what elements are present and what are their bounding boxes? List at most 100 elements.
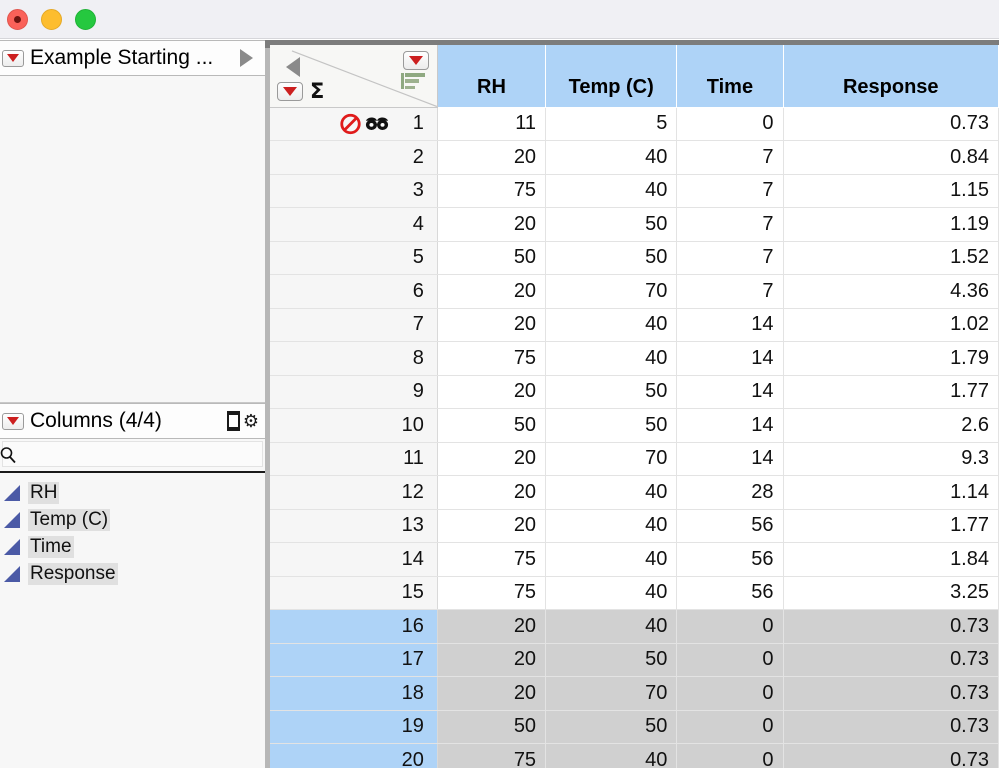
cell-temp-c[interactable]: 40: [545, 576, 678, 610]
table-row[interactable]: 14 75 40 56 1.84: [270, 542, 999, 577]
row-header-cell[interactable]: 19: [270, 710, 438, 744]
row-header-cell[interactable]: 1: [270, 107, 438, 141]
cell-rh[interactable]: 20: [437, 274, 547, 309]
cell-rh[interactable]: 20: [437, 442, 547, 476]
cell-time[interactable]: 14: [676, 408, 784, 443]
table-row[interactable]: 5 50 50 7 1.52: [270, 241, 999, 275]
cell-response[interactable]: 9.3: [783, 442, 999, 476]
cell-response[interactable]: 0.73: [783, 676, 999, 711]
table-row[interactable]: 13 20 40 56 1.77: [270, 509, 999, 543]
table-row[interactable]: 8 75 40 14 1.79: [270, 341, 999, 376]
columns-panel-header[interactable]: Columns (4/4) ⚙: [0, 403, 265, 439]
cell-temp-c[interactable]: 40: [545, 743, 678, 768]
cell-rh[interactable]: 20: [437, 207, 547, 242]
table-row[interactable]: 4 20 50 7 1.19: [270, 207, 999, 242]
table-row[interactable]: 11 20 70 14 9.3: [270, 442, 999, 476]
cell-rh[interactable]: 50: [437, 241, 547, 275]
table-row[interactable]: 20 75 40 0 0.73: [270, 743, 999, 768]
cell-temp-c[interactable]: 70: [545, 274, 678, 309]
right-arrow-icon[interactable]: [240, 49, 253, 67]
rows-red-triangle-menu-icon[interactable]: [402, 51, 429, 70]
gear-icon[interactable]: ⚙: [243, 412, 259, 430]
cell-temp-c[interactable]: 50: [545, 375, 678, 409]
table-row[interactable]: 6 20 70 7 4.36: [270, 274, 999, 309]
table-row[interactable]: 18 20 70 0 0.73: [270, 676, 999, 711]
cell-response[interactable]: 0.73: [783, 107, 999, 141]
cell-response[interactable]: 0.73: [783, 710, 999, 744]
red-triangle-menu-icon[interactable]: [2, 49, 24, 67]
row-header-cell[interactable]: 2: [270, 140, 438, 175]
row-header-cell[interactable]: 9: [270, 375, 438, 409]
row-header-cell[interactable]: 11: [270, 442, 438, 476]
cell-rh[interactable]: 75: [437, 743, 547, 768]
table-row[interactable]: 17 20 50 0 0.73: [270, 643, 999, 677]
table-row[interactable]: 9 20 50 14 1.77: [270, 375, 999, 409]
row-header-cell[interactable]: 12: [270, 475, 438, 510]
cell-rh[interactable]: 75: [437, 174, 547, 208]
cell-temp-c[interactable]: 40: [545, 308, 678, 342]
cell-time[interactable]: 14: [676, 308, 784, 342]
zoom-button[interactable]: [75, 9, 96, 30]
cell-rh[interactable]: 20: [437, 308, 547, 342]
cell-temp-c[interactable]: 50: [545, 710, 678, 744]
cell-response[interactable]: 1.14: [783, 475, 999, 510]
cell-rh[interactable]: 75: [437, 576, 547, 610]
row-header-cell[interactable]: 7: [270, 308, 438, 342]
cell-time[interactable]: 56: [676, 576, 784, 610]
table-row[interactable]: 10 50 50 14 2.6: [270, 408, 999, 443]
cell-rh[interactable]: 75: [437, 542, 547, 577]
row-header-cell[interactable]: 16: [270, 609, 438, 644]
cell-temp-c[interactable]: 40: [545, 509, 678, 543]
cell-temp-c[interactable]: 40: [545, 174, 678, 208]
cell-time[interactable]: 0: [676, 743, 784, 768]
cell-time[interactable]: 14: [676, 375, 784, 409]
cell-time[interactable]: 0: [676, 676, 784, 711]
cell-rh[interactable]: 20: [437, 509, 547, 543]
row-header-cell[interactable]: 15: [270, 576, 438, 610]
cell-response[interactable]: 1.02: [783, 308, 999, 342]
table-row[interactable]: 7 20 40 14 1.02: [270, 308, 999, 342]
row-header-cell[interactable]: 3: [270, 174, 438, 208]
column-list-item-rh[interactable]: RH: [0, 479, 265, 506]
cell-response[interactable]: 1.19: [783, 207, 999, 242]
cell-time[interactable]: 0: [676, 710, 784, 744]
row-header-cell[interactable]: 13: [270, 509, 438, 543]
cell-response[interactable]: 2.6: [783, 408, 999, 443]
table-row[interactable]: 16 20 40 0 0.73: [270, 609, 999, 644]
cell-response[interactable]: 1.77: [783, 375, 999, 409]
cell-temp-c[interactable]: 50: [545, 207, 678, 242]
cell-temp-c[interactable]: 40: [545, 475, 678, 510]
cell-time[interactable]: 7: [676, 140, 784, 175]
cell-temp-c[interactable]: 70: [545, 676, 678, 711]
cell-time[interactable]: 7: [676, 207, 784, 242]
cell-temp-c[interactable]: 50: [545, 241, 678, 275]
cell-response[interactable]: 3.25: [783, 576, 999, 610]
column-header-temp[interactable]: Temp (C): [545, 45, 678, 108]
column-list-item-time[interactable]: Time: [0, 533, 265, 560]
cell-time[interactable]: 0: [676, 107, 784, 141]
cell-time[interactable]: 28: [676, 475, 784, 510]
grid-corner-cell[interactable]: Σ: [270, 45, 438, 108]
cell-time[interactable]: 7: [676, 241, 784, 275]
cell-rh[interactable]: 50: [437, 710, 547, 744]
summary-red-triangle-menu-icon[interactable]: [277, 81, 303, 101]
table-row[interactable]: 3 75 40 7 1.15: [270, 174, 999, 208]
cell-time[interactable]: 7: [676, 274, 784, 309]
cell-temp-c[interactable]: 40: [545, 140, 678, 175]
row-header-cell[interactable]: 20: [270, 743, 438, 768]
row-header-cell[interactable]: 14: [270, 542, 438, 577]
cell-time[interactable]: 0: [676, 609, 784, 644]
cell-rh[interactable]: 20: [437, 140, 547, 175]
close-button[interactable]: [7, 9, 28, 30]
minimize-button[interactable]: [41, 9, 62, 30]
table-row[interactable]: 19 50 50 0 0.73: [270, 710, 999, 744]
cell-temp-c[interactable]: 40: [545, 609, 678, 644]
cell-rh[interactable]: 20: [437, 643, 547, 677]
sort-bars-icon[interactable]: [400, 73, 425, 89]
cell-temp-c[interactable]: 50: [545, 408, 678, 443]
cell-temp-c[interactable]: 40: [545, 542, 678, 577]
cell-rh[interactable]: 20: [437, 475, 547, 510]
cell-response[interactable]: 1.15: [783, 174, 999, 208]
column-list-icon[interactable]: [226, 411, 240, 431]
row-header-cell[interactable]: 8: [270, 341, 438, 376]
